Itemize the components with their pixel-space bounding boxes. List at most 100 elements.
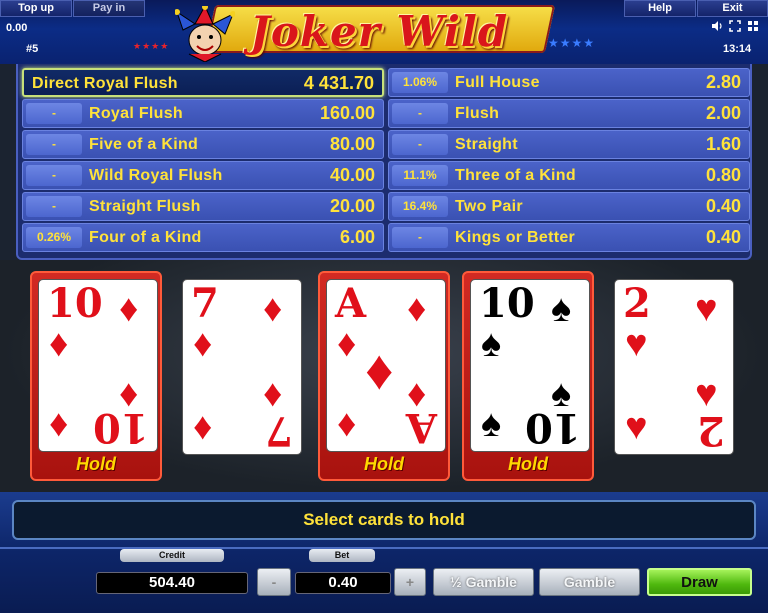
hand-probability: - (26, 103, 82, 124)
hand-probability: - (26, 196, 82, 217)
hand-name: Direct Royal Flush (32, 75, 178, 92)
hand-payout: 0.80 (705, 165, 741, 185)
top-up-button[interactable]: Top up (0, 0, 72, 17)
hand-name: Full House (455, 74, 540, 91)
paytable-row-royal-flush: - Royal Flush 160.00 (22, 99, 384, 128)
hand-probability: - (26, 134, 82, 155)
hold-label: Hold (76, 454, 116, 474)
card-table: 10 ♦ ♦ ♦ ♦ 10 Hold 7 ♦ ♦ ♦ ♦ 7 A ♦ ♦ ♦ ♦… (0, 260, 768, 492)
diamond-icon: ♦ (263, 288, 283, 330)
card-rank: 10 (525, 404, 581, 451)
hand-payout: 0.40 (705, 196, 741, 216)
clock: 13:14 (723, 43, 752, 55)
hand-payout: 20.00 (329, 196, 375, 216)
card-slot-5[interactable]: 2 ♥ ♥ ♥ ♥ 2 (606, 271, 738, 481)
help-button[interactable]: Help (624, 0, 696, 17)
diamond-icon: ♦ (337, 323, 357, 365)
hand-name: Kings or Better (455, 229, 576, 246)
diamond-icon: ♦ (365, 338, 394, 401)
hand-name: Straight (455, 136, 518, 153)
card-rank: 7 (191, 280, 219, 327)
hand-name: Four of a Kind (89, 229, 202, 246)
bet-value: 0.40 (295, 572, 391, 594)
hand-payout: 2.80 (705, 72, 741, 92)
exit-button[interactable]: Exit (697, 0, 768, 17)
paytable-row-kings-or-better: - Kings or Better 0.40 (388, 223, 750, 252)
diamond-icon: ♦ (119, 288, 139, 330)
diamond-icon: ♦ (193, 406, 213, 448)
credit-value: 504.40 (96, 572, 248, 594)
sound-icon[interactable] (711, 20, 723, 32)
fullscreen-icon[interactable] (729, 20, 741, 32)
diamond-icon: ♦ (49, 403, 69, 445)
hand-name: Royal Flush (89, 105, 183, 122)
hand-probability: 16.4% (392, 196, 448, 217)
hand-name: Two Pair (455, 198, 523, 215)
draw-button[interactable]: Draw (647, 568, 752, 596)
hand-payout: 40.00 (329, 165, 375, 185)
paytable-row-three-of-a-kind: 11.1% Three of a Kind 0.80 (388, 161, 750, 190)
paytable-row-direct-royal-flush: Direct Royal Flush 4 431.70 (22, 68, 384, 97)
card-rank: 10 (47, 280, 103, 327)
hand-name: Straight Flush (89, 198, 201, 215)
top-bar: Top up Pay in Help Exit 0.00 #5 13:14 ★★… (0, 0, 768, 64)
settings-icon[interactable] (747, 20, 759, 32)
hand-probability: - (392, 134, 448, 155)
heart-icon: ♥ (625, 406, 648, 448)
card-slot-2[interactable]: 7 ♦ ♦ ♦ ♦ 7 (174, 271, 306, 481)
paytable-row-full-house: 1.06% Full House 2.80 (388, 68, 750, 97)
playing-card[interactable]: 10 ♦ ♦ ♦ ♦ 10 (38, 279, 158, 452)
credit-label: Credit (120, 549, 224, 562)
card-slot-4[interactable]: 10 ♠ ♠ ♠ ♠ 10 Hold (462, 271, 594, 481)
hand-payout: 160.00 (319, 103, 375, 123)
paytable-row-straight: - Straight 1.60 (388, 130, 750, 159)
card-slot-1[interactable]: 10 ♦ ♦ ♦ ♦ 10 Hold (30, 271, 162, 481)
divider (0, 547, 768, 549)
hand-name: Three of a Kind (455, 167, 576, 184)
paytable-row-five-of-a-kind: - Five of a Kind 80.00 (22, 130, 384, 159)
half-gamble-button[interactable]: ½ Gamble (433, 568, 534, 596)
playing-card[interactable]: A ♦ ♦ ♦ ♦ ♦ A (326, 279, 446, 452)
card-slot-3[interactable]: A ♦ ♦ ♦ ♦ ♦ A Hold (318, 271, 450, 481)
hand-payout: 2.00 (705, 103, 741, 123)
red-stars-decoration: ★★★★ (133, 41, 170, 51)
card-rank: 10 (93, 404, 149, 451)
playing-card[interactable]: 2 ♥ ♥ ♥ ♥ 2 (614, 279, 734, 455)
bet-decrease-button[interactable]: - (257, 568, 291, 596)
game-logo: Joker Wild (250, 7, 509, 56)
card-rank: 10 (479, 280, 535, 327)
spade-icon: ♠ (481, 403, 502, 445)
header-icons (711, 20, 766, 34)
card-rank: 2 (623, 280, 651, 327)
bet-label: Bet (309, 549, 375, 562)
paytable: Direct Royal Flush 4 431.70 - Royal Flus… (16, 64, 752, 260)
paytable-row-wild-royal-flush: - Wild Royal Flush 40.00 (22, 161, 384, 190)
diamond-icon: ♦ (193, 323, 213, 365)
hand-probability: 1.06% (392, 72, 448, 93)
hand-probability: - (392, 227, 448, 248)
hand-payout: 0.40 (705, 227, 741, 247)
card-rank: A (335, 280, 367, 327)
game-number: #5 (26, 43, 39, 55)
spade-icon: ♠ (551, 288, 572, 330)
pay-in-button[interactable]: Pay in (73, 0, 145, 17)
heart-icon: ♥ (695, 288, 718, 330)
paytable-left-column: Direct Royal Flush 4 431.70 - Royal Flus… (22, 68, 384, 254)
hand-probability: - (392, 103, 448, 124)
playing-card[interactable]: 7 ♦ ♦ ♦ ♦ 7 (182, 279, 302, 455)
bet-increase-button[interactable]: + (394, 568, 426, 596)
hand-payout: 4 431.70 (303, 73, 374, 93)
balance-display: 0.00 (6, 22, 28, 34)
paytable-right-column: 1.06% Full House 2.80 - Flush 2.00 - Str… (388, 68, 750, 254)
hand-name: Five of a Kind (89, 136, 199, 153)
hold-label: Hold (364, 454, 404, 474)
hold-label: Hold (508, 454, 548, 474)
gamble-button[interactable]: Gamble (539, 568, 640, 596)
paytable-row-straight-flush: - Straight Flush 20.00 (22, 192, 384, 221)
hand-payout: 80.00 (329, 134, 375, 154)
diamond-icon: ♦ (407, 288, 427, 330)
hand-name: Flush (455, 105, 500, 122)
joker-icon (175, 6, 235, 62)
paytable-row-two-pair: 16.4% Two Pair 0.40 (388, 192, 750, 221)
playing-card[interactable]: 10 ♠ ♠ ♠ ♠ 10 (470, 279, 590, 452)
